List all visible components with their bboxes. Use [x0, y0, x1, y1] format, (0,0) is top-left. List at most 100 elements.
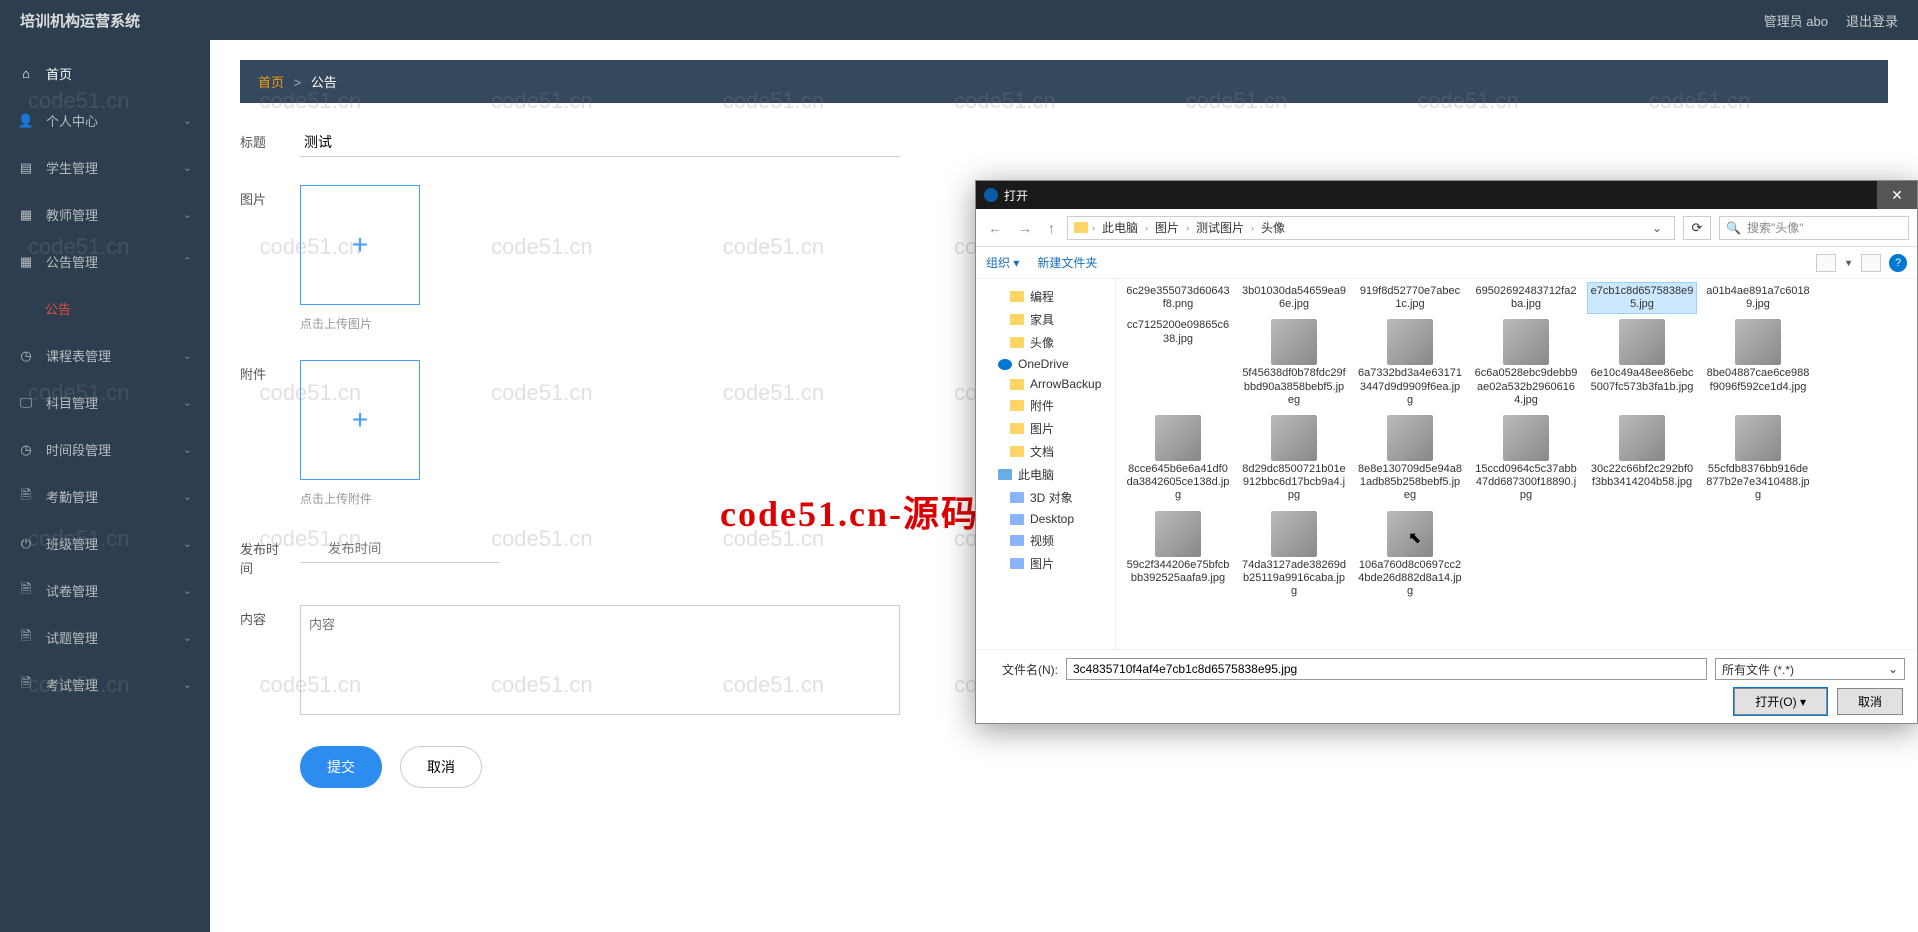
title-input[interactable]: [300, 128, 900, 157]
tree-item[interactable]: 3D 对象: [980, 486, 1111, 509]
folder-icon: [1010, 291, 1024, 302]
sidebar-item[interactable]: 🗎考勤管理⌄: [0, 473, 210, 520]
sidebar-item[interactable]: 🗎试题管理⌄: [0, 614, 210, 661]
path-crumb[interactable]: 图片: [1152, 219, 1182, 236]
help-icon[interactable]: ?: [1889, 254, 1907, 272]
tree-item[interactable]: 图片: [980, 417, 1111, 440]
tree-item[interactable]: 图片: [980, 552, 1111, 575]
newfolder-button[interactable]: 新建文件夹: [1037, 254, 1097, 271]
file-item[interactable]: 3b01030da54659ea96e.jpg: [1240, 283, 1348, 313]
chevron-down-icon[interactable]: ▼: [1844, 258, 1853, 268]
tree-item[interactable]: 此电脑: [980, 463, 1111, 486]
sidebar-item[interactable]: 🗎试卷管理⌄: [0, 567, 210, 614]
tree-item[interactable]: ArrowBackup: [980, 374, 1111, 394]
file-item[interactable]: a01b4ae891a7c60189.jpg: [1704, 283, 1812, 313]
file-thumbnail: [1155, 511, 1201, 557]
label-title: 标题: [240, 128, 300, 151]
close-button[interactable]: ✕: [1877, 181, 1917, 209]
file-item[interactable]: 55cfdb8376bb916de877b2e7e3410488.jpg: [1704, 413, 1812, 505]
filetype-select[interactable]: 所有文件 (*.*)⌄: [1715, 658, 1905, 680]
file-item[interactable]: 6a7332bd3a4e631713447d9d9909f6ea.jpg: [1356, 317, 1464, 409]
sidebar-item[interactable]: ◷时间段管理⌄: [0, 426, 210, 473]
sidebar-item[interactable]: 🖵科目管理⌄: [0, 379, 210, 426]
chevron-up-icon: ⌃: [183, 255, 192, 268]
path-crumb[interactable]: 测试图片: [1193, 219, 1247, 236]
back-icon[interactable]: ←: [984, 218, 1006, 238]
file-item[interactable]: 30c22c66bf2c292bf0f3bb3414204b58.jpg: [1588, 413, 1696, 505]
breadcrumb-home[interactable]: 首页: [258, 75, 284, 90]
grid-icon: ▦: [18, 207, 34, 223]
file-item[interactable]: e7cb1c8d6575838e95.jpg: [1588, 283, 1696, 313]
tree-item[interactable]: OneDrive: [980, 354, 1111, 374]
file-name: 15ccd0964c5c37abb47dd687300f18890.jpg: [1474, 463, 1578, 503]
forward-icon[interactable]: →: [1014, 218, 1036, 238]
upload-image-box[interactable]: +: [300, 185, 420, 305]
content-textarea[interactable]: [300, 605, 900, 715]
file-item[interactable]: 6e10c49a48ee86ebc5007fc573b3fa1b.jpg: [1588, 317, 1696, 409]
tree-item[interactable]: 文档: [980, 440, 1111, 463]
chevron-down-icon[interactable]: ⌄: [1646, 221, 1668, 235]
sidebar-item[interactable]: 🗎考试管理⌄: [0, 661, 210, 708]
system-title: 培训机构运营系统: [20, 10, 140, 31]
sidebar-item[interactable]: ▦公告管理⌃: [0, 238, 210, 285]
path-crumb[interactable]: 头像: [1258, 219, 1288, 236]
sidebar-item[interactable]: ▤学生管理⌄: [0, 144, 210, 191]
file-item[interactable]: cc7125200e09865c638.jpg: [1124, 317, 1232, 409]
tree-item[interactable]: 视频: [980, 529, 1111, 552]
time-input[interactable]: [300, 535, 500, 563]
file-name: 6c6a0528ebc9debb9ae02a532b29606164.jpg: [1474, 367, 1578, 407]
chevron-down-icon: ⌄: [183, 443, 192, 456]
tree-item-label: 家具: [1030, 311, 1054, 328]
upload-attach-hint: 点击上传附件: [300, 490, 420, 507]
open-button[interactable]: 打开(O) ▾: [1734, 688, 1827, 715]
cancel-button[interactable]: 取消: [400, 746, 482, 788]
sidebar-item[interactable]: ⏻班级管理⌄: [0, 520, 210, 567]
tree-item[interactable]: 附件: [980, 394, 1111, 417]
refresh-button[interactable]: ⟳: [1683, 216, 1711, 240]
logout-link[interactable]: 退出登录: [1846, 11, 1898, 30]
file-item[interactable]: 59c2f344206e75bfcbbb392525aafa9.jpg: [1124, 509, 1232, 601]
search-box[interactable]: 🔍 搜索"头像": [1719, 216, 1909, 240]
chevron-down-icon: ⌄: [183, 490, 192, 503]
file-item[interactable]: 69502692483712fa2ba.jpg: [1472, 283, 1580, 313]
upload-attach-box[interactable]: +: [300, 360, 420, 480]
path-crumb[interactable]: 此电脑: [1099, 219, 1141, 236]
header-user[interactable]: 管理员 abo: [1764, 11, 1828, 30]
file-item[interactable]: 919f8d52770e7abec1c.jpg: [1356, 283, 1464, 313]
file-name: cc7125200e09865c638.jpg: [1126, 319, 1230, 345]
file-item[interactable]: 6c6a0528ebc9debb9ae02a532b29606164.jpg: [1472, 317, 1580, 409]
file-item[interactable]: 8cce645b6e6a41df0da3842605ce138d.jpg: [1124, 413, 1232, 505]
tree-item[interactable]: 头像: [980, 331, 1111, 354]
file-item[interactable]: 5f45638df0b78fdc29fbbd90a3858bebf5.jpeg: [1240, 317, 1348, 409]
file-name: 69502692483712fa2ba.jpg: [1474, 285, 1578, 311]
sidebar-subitem[interactable]: 公告: [0, 285, 210, 332]
organize-menu[interactable]: 组织 ▾: [986, 254, 1019, 271]
file-item[interactable]: 74da3127ade38269db25119a9916caba.jpg: [1240, 509, 1348, 601]
file-item[interactable]: 106a760d8c0697cc24bde26d882d8a14.jpg: [1356, 509, 1464, 601]
dialog-titlebar[interactable]: 打开 ✕: [976, 181, 1917, 209]
submit-button[interactable]: 提交: [300, 746, 382, 788]
filename-input[interactable]: [1066, 658, 1707, 680]
path-bar[interactable]: › 此电脑› 图片› 测试图片› 头像 ⌄: [1067, 216, 1675, 240]
file-item[interactable]: 8be04887cae6ce988f9096f592ce1d4.jpg: [1704, 317, 1812, 409]
tree-item[interactable]: 家具: [980, 308, 1111, 331]
tree-item-label: 图片: [1030, 555, 1054, 572]
sidebar-item[interactable]: ◷课程表管理⌄: [0, 332, 210, 379]
tree-item[interactable]: 编程: [980, 285, 1111, 308]
sidebar-item[interactable]: 👤个人中心⌄: [0, 97, 210, 144]
sidebar-item[interactable]: ▦教师管理⌄: [0, 191, 210, 238]
file-thumbnail: [1503, 319, 1549, 365]
file-item[interactable]: 15ccd0964c5c37abb47dd687300f18890.jpg: [1472, 413, 1580, 505]
view-mode-button[interactable]: [1816, 254, 1836, 272]
file-name: 59c2f344206e75bfcbbb392525aafa9.jpg: [1126, 559, 1230, 585]
up-icon[interactable]: ↑: [1044, 218, 1059, 238]
preview-toggle-button[interactable]: [1861, 254, 1881, 272]
file-item[interactable]: 6c29e355073d60643f8.png: [1124, 283, 1232, 313]
file-item[interactable]: 8d29dc8500721b01e912bbc6d17bcb9a4.jpg: [1240, 413, 1348, 505]
file-item[interactable]: 8e8e130709d5e94a81adb85b258bebf5.jpeg: [1356, 413, 1464, 505]
dialog-cancel-button[interactable]: 取消: [1837, 688, 1903, 715]
file-name: e7cb1c8d6575838e95.jpg: [1590, 285, 1694, 311]
sidebar-item[interactable]: ⌂首页: [0, 50, 210, 97]
tree-item[interactable]: Desktop: [980, 509, 1111, 529]
file-name: 919f8d52770e7abec1c.jpg: [1358, 285, 1462, 311]
